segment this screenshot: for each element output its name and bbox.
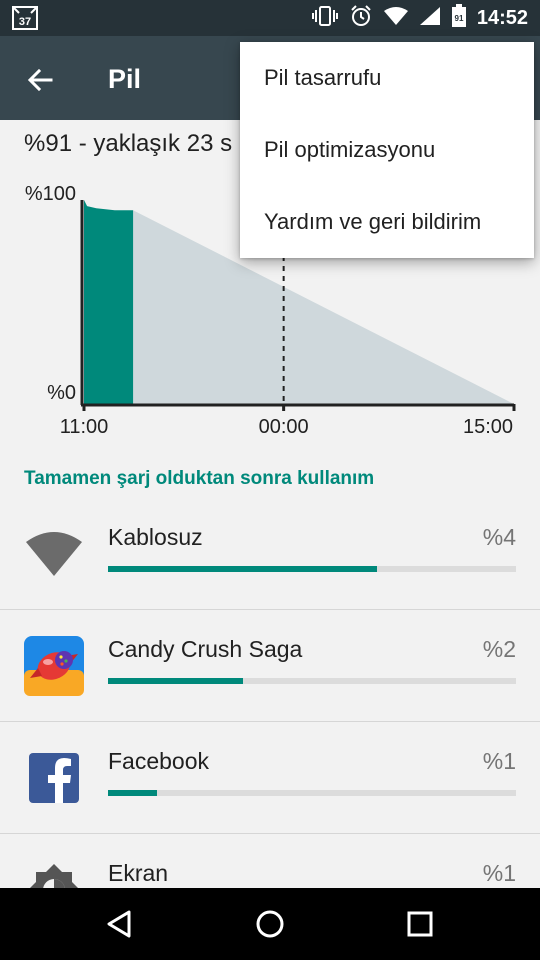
back-button[interactable]: [18, 58, 62, 102]
battery-icon: 91: [451, 3, 467, 33]
list-item-candy-crush[interactable]: Candy Crush Saga %2: [0, 610, 540, 722]
cell-signal-icon: [419, 6, 441, 31]
nav-home-button[interactable]: [240, 900, 300, 948]
overflow-menu: Pil tasarrufu Pil optimizasyonu Yardım v…: [240, 42, 534, 258]
x-tick-label: 11:00: [60, 416, 109, 438]
list-item-label: Ekran: [108, 860, 169, 886]
page-title: Pil: [108, 64, 142, 94]
status-time: 14:52: [476, 6, 528, 29]
history-area: [84, 200, 134, 404]
menu-item-battery-saver[interactable]: Pil tasarrufu: [240, 42, 534, 114]
nav-back-button[interactable]: [90, 900, 150, 948]
battery-screen: 37 91 14:52 Pil %91 - yaklaşık 23 s %100…: [0, 0, 540, 960]
usage-bar: [108, 566, 516, 572]
battery-summary: %91 - yaklaşık 23 s: [24, 130, 233, 157]
usage-bar-fill: [108, 678, 243, 684]
y-tick-label: %0: [47, 382, 76, 404]
arrow-back-icon: [27, 68, 53, 92]
candy-crush-app-icon: [24, 636, 84, 696]
usage-bar-fill: [108, 790, 157, 796]
usage-list: Kablosuz %4 Candy Crush Saga %2 Facebook…: [0, 498, 540, 946]
list-item-percent: %4: [482, 524, 516, 550]
list-item-percent: %2: [482, 636, 516, 662]
list-item-percent: %1: [482, 860, 516, 886]
navigation-bar: [0, 888, 540, 960]
battery-level: 91: [454, 14, 463, 23]
wifi-icon: [24, 524, 84, 584]
back-triangle-icon: [107, 910, 131, 938]
usage-section-title: Tamamen şarj olduktan sonra kullanım: [24, 468, 375, 489]
list-item-facebook[interactable]: Facebook %1: [0, 722, 540, 834]
list-item-percent: %1: [482, 748, 516, 774]
list-item-kablosuz[interactable]: Kablosuz %4: [0, 498, 540, 610]
usage-bar-fill: [108, 566, 378, 572]
usage-bar: [108, 790, 516, 796]
usage-bar: [108, 678, 516, 684]
notification-badge-icon: 37: [12, 6, 38, 30]
status-icons: 91 14:52: [311, 0, 528, 36]
list-item-label: Facebook: [108, 748, 210, 774]
menu-item-help-feedback[interactable]: Yardım ve geri bildirim: [240, 186, 534, 258]
x-tick-label: 15:00: [463, 416, 513, 438]
y-tick-label: %100: [25, 183, 76, 205]
wifi-icon: [383, 6, 409, 31]
home-circle-icon: [256, 910, 284, 938]
status-bar: 37 91 14:52: [0, 0, 540, 36]
list-item-label: Kablosuz: [108, 524, 203, 550]
list-item-label: Candy Crush Saga: [108, 636, 303, 662]
x-tick-label: 00:00: [259, 416, 309, 438]
vibrate-icon: [311, 5, 339, 32]
nav-recents-button[interactable]: [390, 900, 450, 948]
notification-badge-count: 37: [19, 16, 31, 28]
alarm-icon: [349, 4, 373, 33]
recents-square-icon: [407, 911, 433, 937]
menu-item-battery-optimization[interactable]: Pil optimizasyonu: [240, 114, 534, 186]
facebook-app-icon: [24, 748, 84, 808]
